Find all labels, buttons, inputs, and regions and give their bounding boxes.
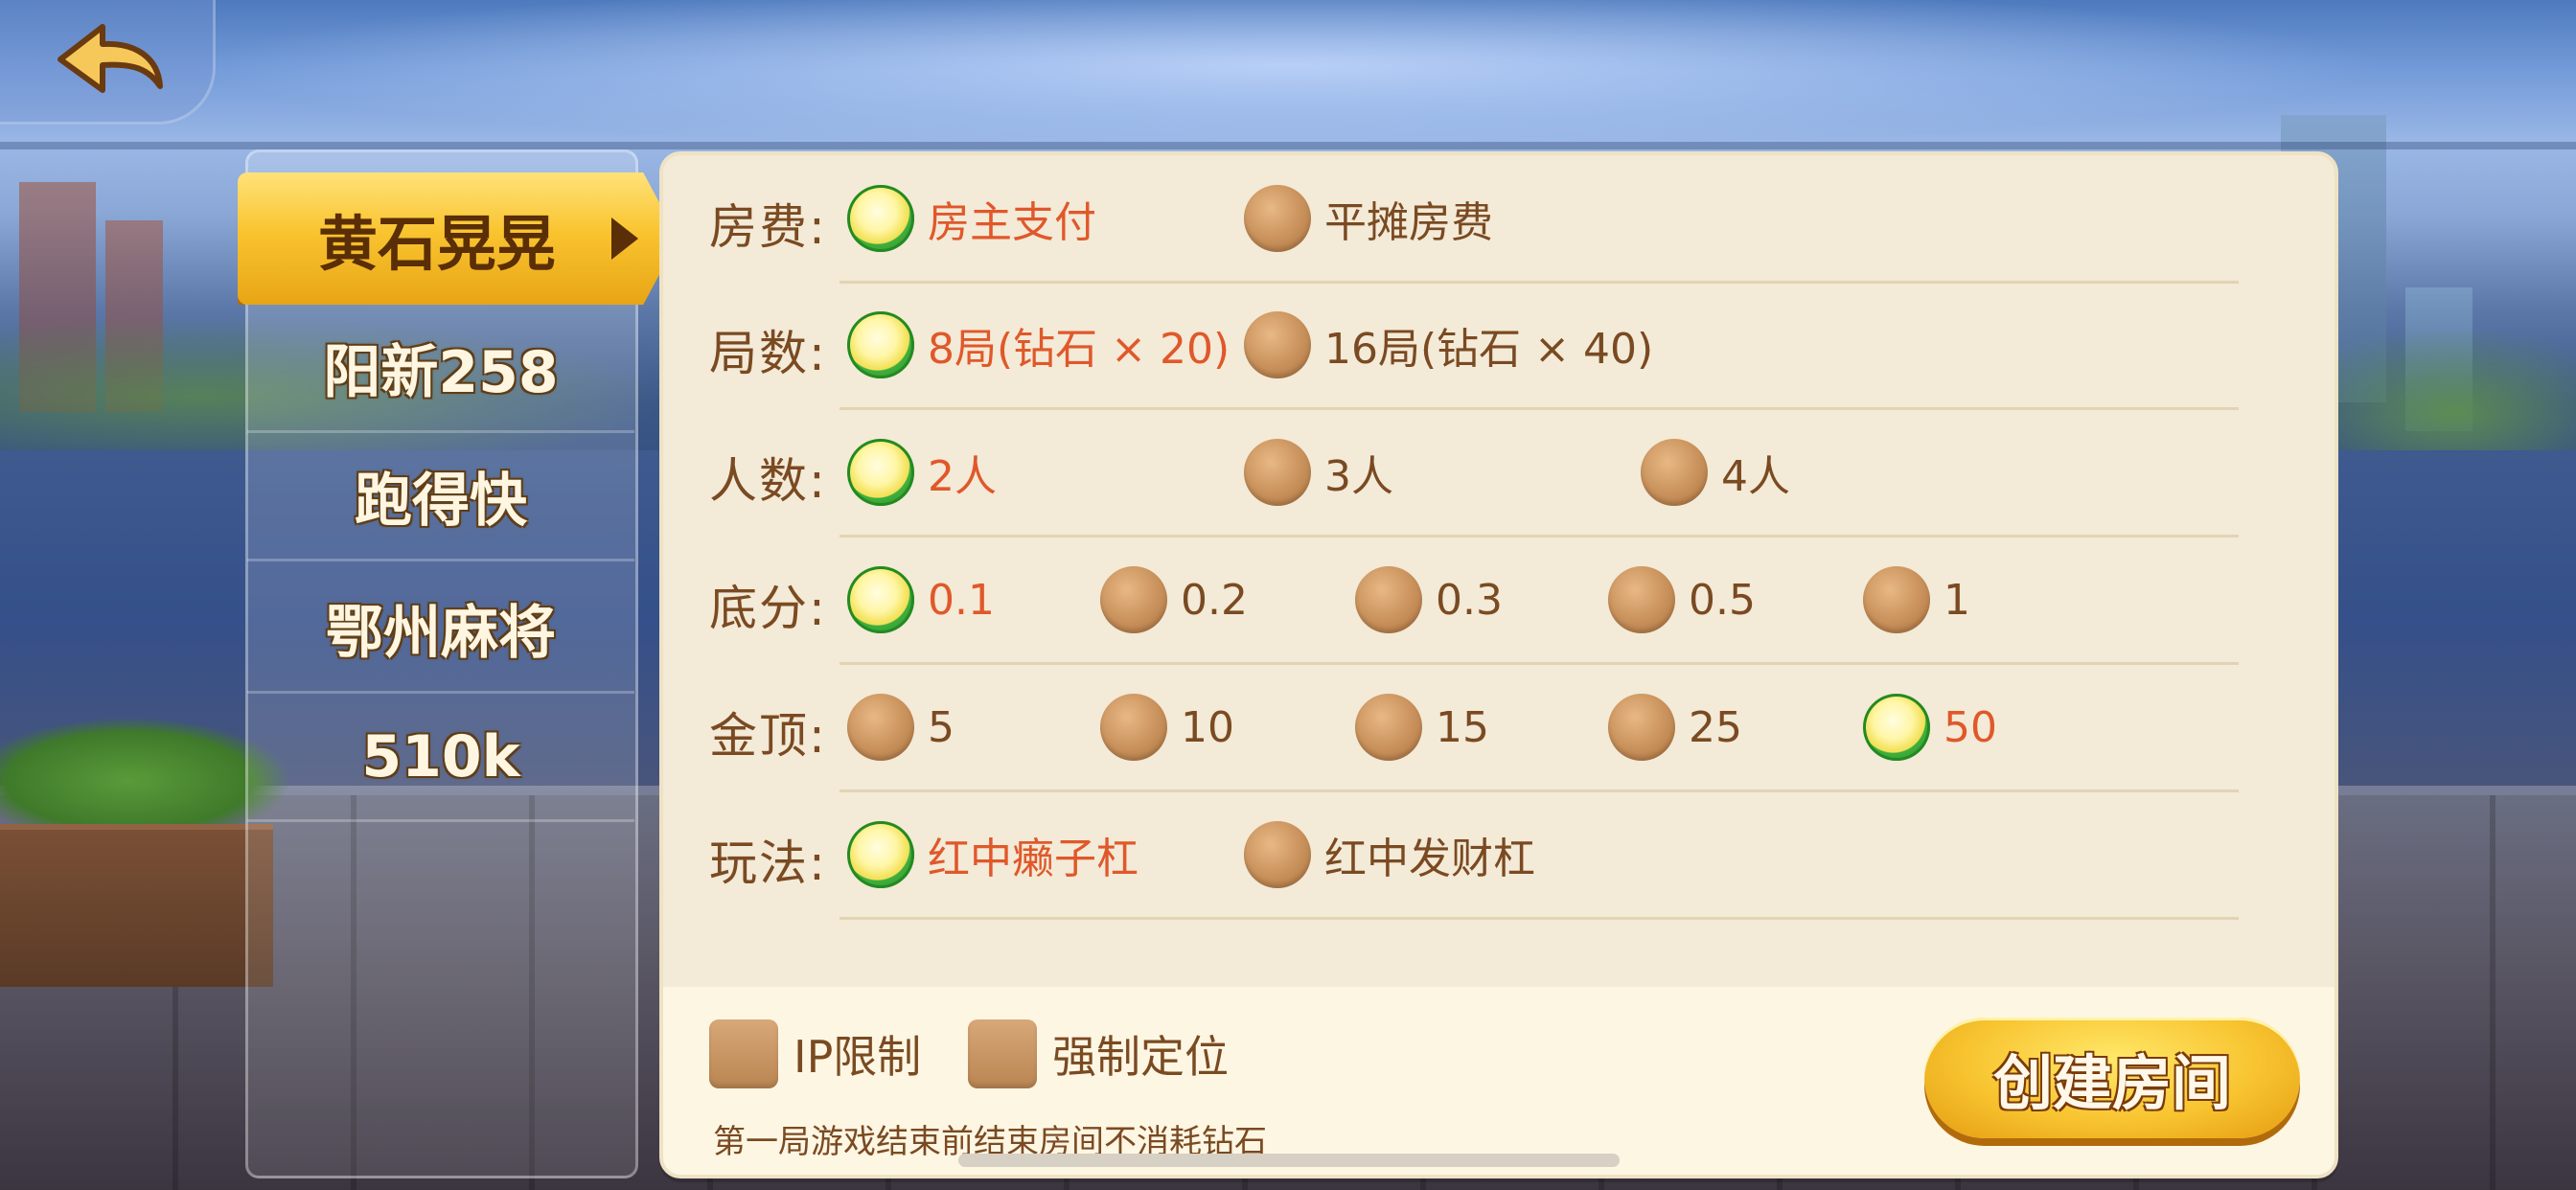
create-room-button[interactable]: 创建房间 [1924, 1018, 2300, 1138]
option-label: 红中癞子杠 [928, 835, 1138, 883]
option-label: 0.2 [1181, 575, 1248, 625]
option-host-pays[interactable]: 房主支付 [847, 182, 1096, 255]
option-base-1[interactable]: 1 [1863, 563, 1970, 636]
option-label: 25 [1689, 702, 1742, 752]
tab-label: 阳新258 [323, 339, 559, 406]
option-label: 0.1 [928, 575, 995, 625]
option-label: 0.3 [1436, 575, 1503, 625]
tab-huangshi-huanghuang[interactable]: 黄石晃晃 [238, 172, 678, 305]
option-label: 1 [1944, 575, 1970, 625]
radio-selected-icon [847, 566, 914, 633]
tab-510k[interactable]: 510k [247, 694, 634, 822]
checkbox-icon [968, 1019, 1037, 1088]
option-16-rounds[interactable]: 16局(钻石 × 40) [1244, 309, 1653, 381]
radio-icon [1100, 694, 1167, 761]
home-indicator[interactable] [958, 1154, 1620, 1167]
create-room-label: 创建房间 [1992, 1048, 2231, 1118]
option-label: 16局(钻石 × 40) [1324, 325, 1654, 374]
top-bar-strip [0, 142, 2576, 149]
tab-label: 510k [361, 722, 520, 790]
option-base-0-2[interactable]: 0.2 [1100, 563, 1248, 636]
checkbox-label: 强制定位 [1052, 1031, 1229, 1083]
settings-row-players: 人数: 2人 3人 4人 [663, 409, 2334, 538]
room-settings-panel: 房费: 房主支付 平摊房费 局数: 8局(钻石 × 20) 16局(钻石 × 4… [659, 151, 2338, 1179]
option-base-0-3[interactable]: 0.3 [1355, 563, 1503, 636]
checkbox-label: IP限制 [794, 1031, 922, 1083]
option-base-0-5[interactable]: 0.5 [1608, 563, 1756, 636]
radio-icon [1863, 566, 1930, 633]
radio-icon [1608, 694, 1675, 761]
option-label: 50 [1944, 702, 1997, 752]
planter-box [0, 824, 273, 987]
tab-label: 鄂州麻将 [326, 600, 556, 667]
option-split-fee[interactable]: 平摊房费 [1244, 182, 1493, 255]
tab-label: 跑得快 [355, 468, 527, 535]
row-label: 局数: [709, 326, 827, 381]
option-label: 8局(钻石 × 20) [928, 325, 1230, 374]
triangle-right-icon [611, 217, 639, 260]
option-label: 平摊房费 [1324, 198, 1493, 247]
radio-icon [1244, 439, 1311, 506]
radio-selected-icon [847, 439, 914, 506]
radio-selected-icon [1863, 694, 1930, 761]
radio-icon [847, 694, 914, 761]
option-4-players[interactable]: 4人 [1641, 436, 1790, 509]
row-label: 玩法: [709, 835, 827, 891]
row-label: 房费: [709, 199, 827, 255]
option-cap-15[interactable]: 15 [1355, 691, 1489, 764]
option-label: 5 [928, 702, 954, 752]
radio-icon [1355, 566, 1422, 633]
divider [840, 917, 2239, 920]
radio-icon [1355, 694, 1422, 761]
settings-row-play-mode: 玩法: 红中癞子杠 红中发财杠 [663, 791, 2334, 920]
option-3-players[interactable]: 3人 [1244, 436, 1393, 509]
radio-selected-icon [847, 821, 914, 888]
radio-icon [1244, 821, 1311, 888]
top-bar [0, 0, 2576, 144]
option-2-players[interactable]: 2人 [847, 436, 997, 509]
option-label: 0.5 [1689, 575, 1756, 625]
option-label: 2人 [928, 452, 997, 501]
option-8-rounds[interactable]: 8局(钻石 × 20) [847, 309, 1230, 381]
back-button[interactable] [53, 19, 168, 105]
option-label: 房主支付 [928, 198, 1096, 247]
ip-limit-checkbox[interactable]: IP限制 [709, 1019, 921, 1088]
option-base-0-1[interactable]: 0.1 [847, 563, 995, 636]
row-label: 底分: [709, 581, 827, 636]
option-label: 15 [1436, 702, 1489, 752]
back-arrow-icon [58, 24, 163, 93]
row-label: 人数: [709, 453, 827, 509]
radio-selected-icon [847, 185, 914, 252]
settings-row-rounds: 局数: 8局(钻石 × 20) 16局(钻石 × 40) [663, 282, 2334, 410]
tab-ezhou-mahjong[interactable]: 鄂州麻将 [247, 565, 634, 694]
option-label: 4人 [1721, 452, 1790, 501]
tab-label: 黄石晃晃 [318, 209, 557, 279]
option-label: 10 [1181, 702, 1234, 752]
row-label: 金顶: [709, 708, 827, 764]
settings-row-base-score: 底分: 0.1 0.2 0.3 0.5 1 [663, 537, 2334, 665]
option-cap-25[interactable]: 25 [1608, 691, 1742, 764]
option-label: 3人 [1324, 452, 1393, 501]
radio-selected-icon [847, 311, 914, 378]
checkbox-icon [709, 1019, 778, 1088]
tab-yangxin258[interactable]: 阳新258 [247, 305, 634, 433]
option-hongzhong-laizi[interactable]: 红中癞子杠 [847, 818, 1138, 891]
radio-icon [1100, 566, 1167, 633]
settings-row-cap: 金顶: 5 10 15 25 50 [663, 664, 2334, 792]
option-cap-50[interactable]: 50 [1863, 691, 1997, 764]
settings-row-room-fee: 房费: 房主支付 平摊房费 [663, 155, 2334, 284]
radio-icon [1608, 566, 1675, 633]
option-hongzhong-facai[interactable]: 红中发财杠 [1244, 818, 1535, 891]
option-cap-5[interactable]: 5 [847, 691, 954, 764]
option-label: 红中发财杠 [1324, 835, 1535, 883]
radio-icon [1244, 311, 1311, 378]
radio-icon [1641, 439, 1708, 506]
tab-paodekuai[interactable]: 跑得快 [247, 433, 634, 561]
radio-icon [1244, 185, 1311, 252]
option-cap-10[interactable]: 10 [1100, 691, 1234, 764]
force-location-checkbox[interactable]: 强制定位 [968, 1019, 1229, 1088]
